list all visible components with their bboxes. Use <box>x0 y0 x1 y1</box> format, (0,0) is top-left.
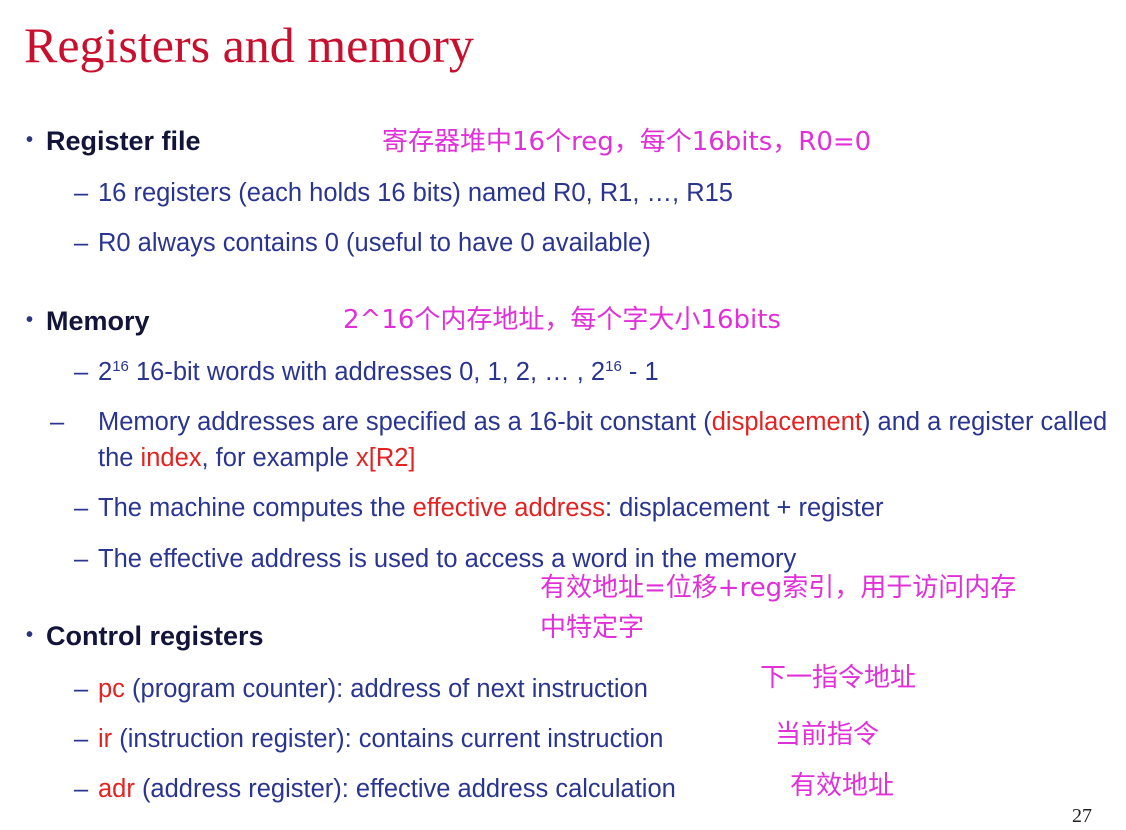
dash-icon: – <box>74 725 89 753</box>
bullet-dot-icon: • <box>26 129 34 151</box>
dash-icon: – <box>74 179 89 207</box>
dash-icon: – <box>74 775 89 803</box>
annotation-adr: 有效地址 <box>790 771 895 801</box>
item-text: R0 always contains 0 (useful to have 0 a… <box>98 229 651 257</box>
item-text: , for example <box>201 444 356 472</box>
highlight-term: x[R2] <box>356 444 416 472</box>
dash-icon: – <box>74 545 89 573</box>
dash-icon: – <box>74 494 89 522</box>
item-text: Memory addresses are specified as a 16-b… <box>98 408 712 436</box>
highlight-term: effective address <box>412 494 605 522</box>
item-text: (instruction register): contains current… <box>112 725 664 753</box>
annotation-pc: 下一指令地址 <box>760 663 917 693</box>
bullet-control-registers: • Control registers <box>26 623 264 650</box>
annotation-register-file: 寄存器堆中16个reg，每个16bits，R0=0 <box>382 127 872 157</box>
bullet-register-file: • Register file <box>26 128 201 155</box>
highlight-term: displacement <box>711 408 862 436</box>
exponent: 16 <box>112 358 129 375</box>
item-text: 16 registers (each holds 16 bits) named … <box>98 179 733 207</box>
item-text: (program counter): address of next instr… <box>124 675 648 703</box>
list-item: –16 registers (each holds 16 bits) named… <box>74 175 733 211</box>
bullet-memory: • Memory <box>26 308 150 335</box>
annotation-ir: 当前指令 <box>775 720 880 750</box>
item-text: - 1 <box>621 358 659 386</box>
annotation-effective-address-line2: 中特定字 <box>540 613 645 643</box>
heading-register-file: Register file <box>46 126 201 156</box>
exponent: 16 <box>605 358 622 375</box>
bullet-dot-icon: • <box>26 309 34 331</box>
list-item: – ir (instruction register): contains cur… <box>74 721 663 757</box>
item-text: (address register): effective address ca… <box>134 775 676 803</box>
register-name: adr <box>98 775 135 803</box>
item-text: : displacement + register <box>604 494 884 522</box>
dash-icon: – <box>74 358 89 386</box>
list-item: –216 16-bit words with addresses 0, 1, 2… <box>74 354 659 390</box>
list-item: – The machine computes the effective addr… <box>74 490 884 526</box>
page-number: 27 <box>1072 805 1092 827</box>
dash-icon: – <box>50 408 65 436</box>
heading-memory: Memory <box>46 306 150 336</box>
annotation-memory: 2^16个内存地址，每个字大小16bits <box>343 305 781 335</box>
item-text: 2 <box>590 358 606 386</box>
register-name: pc <box>98 675 125 703</box>
annotation-effective-address-line1: 有效地址=位移+reg索引，用于访问内存 <box>540 573 1017 603</box>
dash-icon: – <box>74 675 89 703</box>
list-item: – The effective address is used to access… <box>74 541 796 577</box>
slide-title: Registers and memory <box>24 17 474 73</box>
list-item: – adr (address register): effective addre… <box>74 771 676 807</box>
list-item: – Memory addresses are specified as a 16-… <box>50 404 1108 476</box>
item-text: The effective address is used to access … <box>98 545 797 573</box>
item-text: The machine computes the <box>98 494 413 522</box>
list-item: – R0 always contains 0 (useful to have 0 … <box>74 225 651 261</box>
highlight-term: index <box>140 444 202 472</box>
list-item: – pc (program counter): address of next i… <box>74 671 648 707</box>
item-text: 16-bit words with addresses 0, 1, 2, … , <box>128 358 591 386</box>
heading-control-registers: Control registers <box>46 621 264 651</box>
dash-icon: – <box>74 229 89 257</box>
bullet-dot-icon: • <box>26 624 34 646</box>
register-name: ir <box>98 725 113 753</box>
item-text: 2 <box>98 358 113 386</box>
